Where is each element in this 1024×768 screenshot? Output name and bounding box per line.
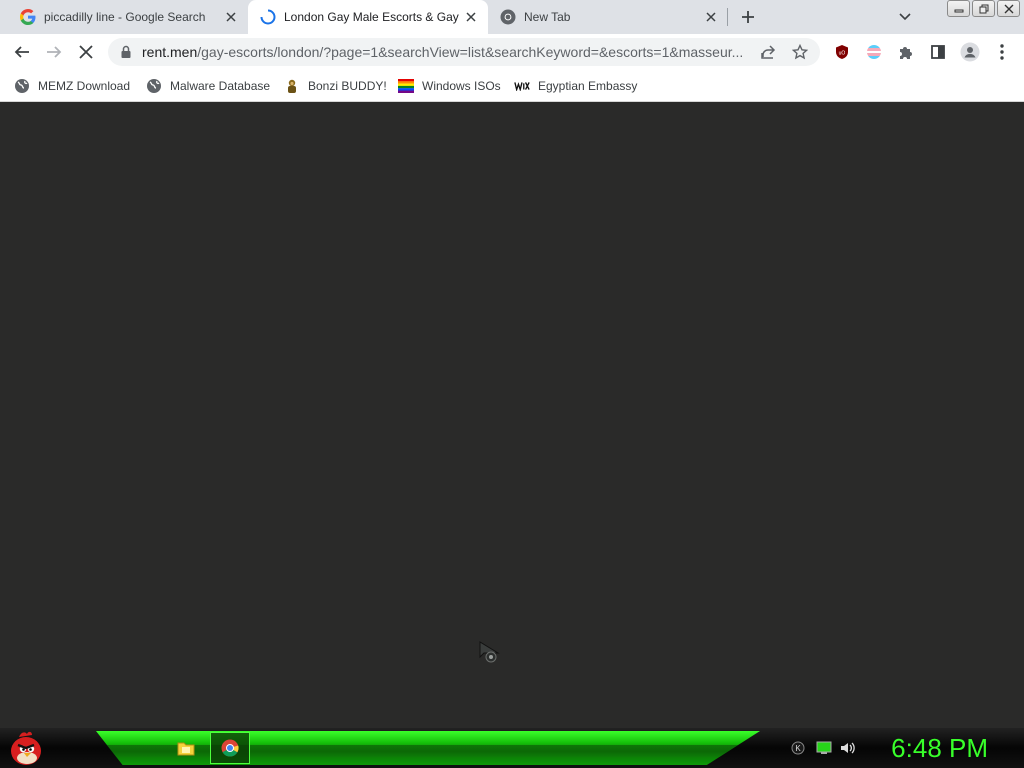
ublock-origin-icon[interactable]: uO (828, 38, 856, 66)
tab-strip: piccadilly line - Google Search London G… (0, 0, 1024, 34)
share-icon[interactable] (758, 42, 778, 62)
globe-icon (14, 78, 30, 94)
start-button[interactable] (4, 728, 48, 768)
globe-icon (146, 78, 162, 94)
wix-icon (514, 78, 530, 94)
tab-title: London Gay Male Escorts & Gay (284, 10, 459, 24)
tab-london-escorts[interactable]: London Gay Male Escorts & Gay (248, 0, 488, 34)
bonzi-icon (284, 78, 300, 94)
bookmark-label: Windows ISOs (422, 79, 501, 93)
bookmark-label: Bonzi BUDDY! (308, 79, 387, 93)
minimize-button[interactable] (947, 0, 970, 17)
trans-flag-extension-icon[interactable] (860, 38, 888, 66)
close-tab-icon[interactable] (462, 8, 480, 26)
forward-button[interactable] (40, 38, 68, 66)
mouse-cursor-icon (478, 641, 506, 668)
volume-icon[interactable] (840, 740, 856, 756)
address-bar[interactable]: rent.men/gay-escorts/london/?page=1&sear… (108, 38, 820, 66)
lock-icon[interactable] (120, 45, 132, 62)
browser-toolbar: rent.men/gay-escorts/london/?page=1&sear… (0, 34, 1024, 70)
rainbow-flag-icon (398, 78, 414, 94)
back-button[interactable] (8, 38, 36, 66)
bookmark-label: MEMZ Download (38, 79, 131, 93)
loading-spinner-icon (260, 9, 276, 25)
bookmark-label: Egyptian Embassy (538, 79, 638, 93)
network-icon[interactable] (816, 740, 832, 756)
tab-title: piccadilly line - Google Search (44, 10, 206, 24)
taskbar: K 6:48 PM (0, 728, 1024, 768)
tab-title: New Tab (524, 10, 571, 24)
close-tab-icon[interactable] (702, 8, 720, 26)
bookmarks-bar: MEMZ Download Malware Database Bonzi BUD… (0, 70, 1024, 102)
tab-google-search[interactable]: piccadilly line - Google Search (8, 0, 248, 34)
url-text[interactable]: rent.men/gay-escorts/london/?page=1&sear… (142, 45, 752, 60)
tab-separator (727, 8, 728, 26)
bookmark-malware-database[interactable]: Malware Database (146, 76, 270, 96)
new-tab-button[interactable] (738, 7, 758, 27)
svg-text:K: K (795, 744, 801, 753)
profile-avatar-icon[interactable] (956, 38, 984, 66)
extensions-puzzle-icon[interactable] (892, 38, 920, 66)
bookmark-star-icon[interactable] (790, 42, 810, 62)
close-tab-icon[interactable] (222, 8, 240, 26)
keyboard-icon[interactable]: K (790, 740, 806, 756)
tab-new-tab[interactable]: New Tab (488, 0, 728, 34)
bookmark-memz-download[interactable]: MEMZ Download (14, 76, 130, 96)
url-host: rent.men (142, 45, 198, 60)
bookmark-egyptian-embassy[interactable]: Egyptian Embassy (514, 76, 637, 96)
file-explorer-icon[interactable] (166, 732, 206, 764)
svg-text:uO: uO (839, 51, 846, 57)
bookmark-bonzi-buddy[interactable]: Bonzi BUDDY! (284, 76, 387, 96)
taskbar-clock[interactable]: 6:48 PM (891, 732, 988, 764)
window-controls (947, 0, 1020, 17)
angry-bird-icon (11, 731, 41, 765)
chrome-menu-icon[interactable] (988, 38, 1016, 66)
bookmark-windows-isos[interactable]: Windows ISOs (398, 76, 501, 96)
page-content[interactable] (0, 103, 1024, 728)
side-panel-icon[interactable] (924, 38, 952, 66)
chrome-icon (500, 9, 516, 25)
close-window-button[interactable] (997, 0, 1020, 17)
stop-loading-button[interactable] (72, 38, 100, 66)
url-path: /gay-escorts/london/?page=1&searchView=l… (197, 45, 744, 60)
restore-button[interactable] (972, 0, 995, 17)
google-g-icon (20, 9, 36, 25)
tab-search-button[interactable] (895, 7, 915, 27)
chrome-taskbar-icon[interactable] (210, 732, 250, 764)
bookmark-label: Malware Database (170, 79, 271, 93)
